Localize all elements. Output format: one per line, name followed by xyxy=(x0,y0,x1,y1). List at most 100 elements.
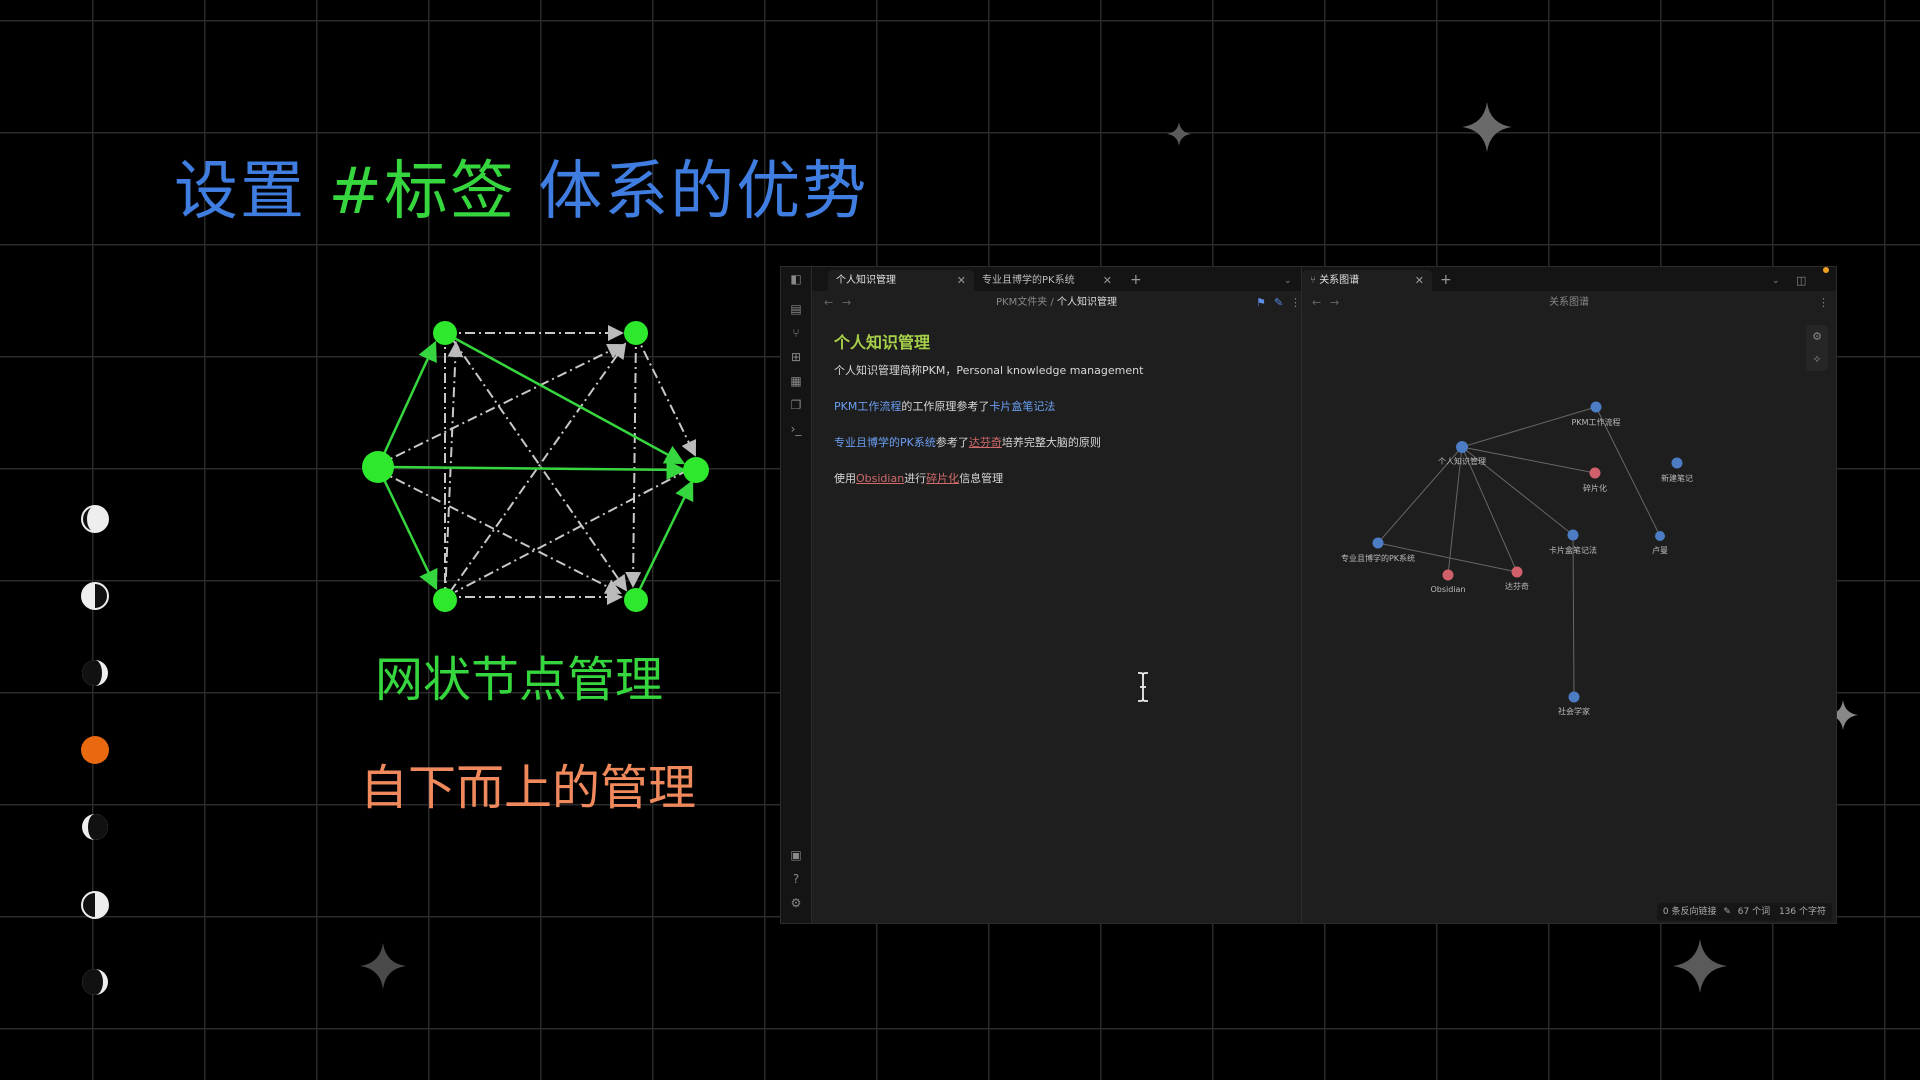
split-view-icon[interactable]: ◫ xyxy=(1796,271,1806,291)
breadcrumb-current[interactable]: 个人知识管理 xyxy=(1057,297,1117,308)
left-ribbon: ◧ ▤ ⑂ ⊞ ▦ ❐ ›_ ▣ ? ⚙ xyxy=(781,267,812,923)
graph-node[interactable] xyxy=(1567,529,1579,541)
note-line-1: 个人知识管理简称PKM，Personal knowledge managemen… xyxy=(834,364,1144,377)
sparkle-icon xyxy=(1462,102,1512,152)
note-content[interactable]: 个人知识管理 个人知识管理简称PKM，Personal knowledge ma… xyxy=(834,329,1281,507)
breadcrumb-folder[interactable]: PKM文件夹 xyxy=(996,297,1047,308)
graph-edge xyxy=(1461,406,1597,448)
green-edge xyxy=(387,459,687,480)
edit-icon[interactable]: ✎ xyxy=(1274,291,1283,315)
settings-icon[interactable]: ⚙ xyxy=(788,895,804,911)
caption-bottom-up: 自下而上的管理 xyxy=(360,760,697,816)
new-tab-icon[interactable]: + xyxy=(1440,270,1452,290)
graph-node-label: 社会学家 xyxy=(1558,706,1590,716)
files-icon[interactable]: ▤ xyxy=(788,301,804,317)
tab-personal-km[interactable]: 个人知识管理 ✕ xyxy=(828,270,974,291)
graph-node[interactable] xyxy=(1671,457,1683,469)
graph-node[interactable] xyxy=(1655,531,1665,541)
graph-node[interactable] xyxy=(1442,569,1454,581)
graph-icon[interactable]: ⑂ xyxy=(788,325,804,341)
sidebar-toggle-icon[interactable]: ◧ xyxy=(788,271,804,287)
network-node xyxy=(433,321,457,345)
copy-icon[interactable]: ❐ xyxy=(788,397,804,413)
last-quarter-icon xyxy=(82,969,108,995)
network-node xyxy=(683,457,709,483)
dash-edge xyxy=(377,469,622,594)
vault-icon[interactable]: ▣ xyxy=(788,847,804,863)
note-line-2: PKM工作流程的工作原理参考了卡片盒笔记法 xyxy=(834,399,1281,415)
graph-navbar: ← → 关系图谱 ⋮ xyxy=(1302,291,1836,315)
waxing-gibbous-icon xyxy=(82,660,108,686)
bookmark-icon[interactable]: ⚑ xyxy=(1256,291,1266,315)
tab-label: 关系图谱 xyxy=(1319,275,1360,286)
graph-tab-icon: ⑂ xyxy=(1310,275,1320,286)
graph-node-label: PKM工作流程 xyxy=(1572,417,1621,427)
status-backlinks[interactable]: 0 条反向链接 xyxy=(1663,907,1717,917)
graph-node-label: 碎片化 xyxy=(1583,483,1607,493)
canvas-icon[interactable]: ⊞ xyxy=(788,349,804,365)
link-fragmentation[interactable]: 碎片化 xyxy=(926,472,959,485)
dash-edge xyxy=(634,332,697,457)
green-edge xyxy=(376,340,437,468)
dash-edge xyxy=(454,469,689,593)
first-quarter-icon xyxy=(81,505,109,533)
graph-node[interactable] xyxy=(1456,441,1468,453)
graph-node-label: Obsidian xyxy=(1430,585,1465,594)
note-line-4: 使用Obsidian进行碎片化信息管理 xyxy=(834,471,1281,487)
editor-pane: 个人知识管理 ✕ 专业且博学的PK系统 ✕ + ⌄ ← → PKM文件夹 / 个… xyxy=(812,267,1302,923)
link-pkm-workflow[interactable]: PKM工作流程 xyxy=(834,400,901,413)
chevron-down-icon[interactable]: ⌄ xyxy=(1284,271,1292,291)
graph-node-label: 新建笔记 xyxy=(1661,473,1693,483)
terminal-icon[interactable]: ›_ xyxy=(788,421,804,437)
link-obsidian[interactable]: Obsidian xyxy=(856,472,904,485)
status-words: 67 个词 xyxy=(1737,907,1771,917)
help-icon[interactable]: ? xyxy=(788,871,804,887)
new-tab-icon[interactable]: + xyxy=(1130,270,1142,290)
title-part-1: 设置 xyxy=(174,155,329,229)
calendar-icon[interactable]: ▦ xyxy=(788,373,804,389)
graph-node-label: 个人知识管理 xyxy=(1438,456,1486,466)
breadcrumb-separator: / xyxy=(1050,297,1054,308)
graph-node[interactable] xyxy=(1511,566,1523,578)
graph-node[interactable] xyxy=(1589,467,1601,479)
graph-node[interactable] xyxy=(1590,401,1602,413)
graph-pane: ⑂ 关系图谱 ✕ + ⌄ ◫ ← → 关系图谱 ⋮ PKM工作流程 个人知识管理… xyxy=(1302,267,1836,923)
green-edge xyxy=(444,331,686,465)
half-moon-right-icon xyxy=(81,891,109,919)
more-options-icon[interactable]: ⋮ xyxy=(1818,291,1829,315)
relationship-graph[interactable]: PKM工作流程 个人知识管理 碎片化 新建笔记 卡片盒笔记法 卢曼 专业且博学的… xyxy=(1302,315,1836,875)
graph-node-label: 卡片盒笔记法 xyxy=(1549,545,1597,555)
tab-graph[interactable]: ⑂ 关系图谱 ✕ xyxy=(1302,270,1432,291)
chevron-down-icon[interactable]: ⌄ xyxy=(1772,271,1780,291)
close-icon[interactable]: ✕ xyxy=(1103,270,1112,291)
sparkle-icon xyxy=(1673,939,1727,993)
graph-tabbar: ⑂ 关系图谱 ✕ + ⌄ ◫ xyxy=(1302,267,1836,291)
link-pk-system[interactable]: 专业且博学的PK系统 xyxy=(834,436,936,449)
editor-tabbar: 个人知识管理 ✕ 专业且博学的PK系统 ✕ + ⌄ xyxy=(812,267,1301,291)
note-text: 的工作原理参考了 xyxy=(901,400,990,413)
link-zettelkasten[interactable]: 卡片盒笔记法 xyxy=(989,400,1055,413)
title-part-3: 体系的优势 xyxy=(515,155,869,229)
magic-wand-icon[interactable]: ✧ xyxy=(1806,348,1828,371)
half-moon-icon xyxy=(81,582,109,610)
note-text: 参考了 xyxy=(935,436,969,449)
close-icon[interactable]: ✕ xyxy=(1415,270,1424,291)
close-icon[interactable]: ✕ xyxy=(957,270,966,291)
tab-pk-system[interactable]: 专业且博学的PK系统 ✕ xyxy=(974,270,1120,291)
graph-node-label: 达芬奇 xyxy=(1505,581,1529,591)
full-orange-icon xyxy=(81,736,109,764)
network-node xyxy=(624,588,648,612)
graph-node[interactable] xyxy=(1568,691,1580,703)
dash-edge xyxy=(625,332,642,588)
graph-edge xyxy=(1447,446,1463,576)
pencil-icon[interactable]: ✎ xyxy=(1723,907,1731,917)
link-da-vinci[interactable]: 达芬奇 xyxy=(969,436,1002,449)
more-options-icon[interactable]: ⋮ xyxy=(1290,291,1301,315)
tab-label: 个人知识管理 xyxy=(836,275,896,286)
graph-settings-icon[interactable]: ⚙ xyxy=(1806,325,1828,348)
slide-title: 设置 #标签 体系的优势 xyxy=(174,140,868,232)
graph-node[interactable] xyxy=(1372,537,1384,549)
note-text: 信息管理 xyxy=(959,472,1004,485)
network-node xyxy=(433,588,457,612)
dash-edge xyxy=(444,341,464,598)
